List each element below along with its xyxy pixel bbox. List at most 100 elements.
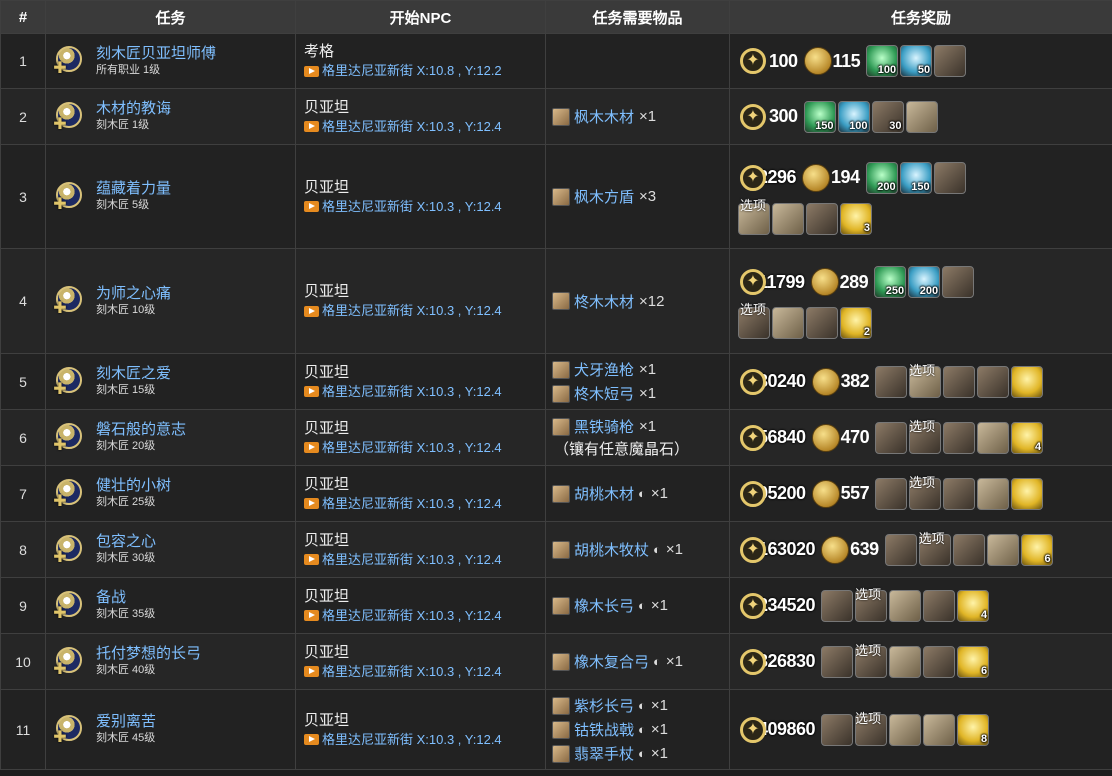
gil-bag-icon[interactable] (1011, 477, 1044, 510)
crystal-icon[interactable]: 250 (874, 266, 907, 298)
quest-title-link[interactable]: 托付梦想的长弓 (96, 645, 201, 663)
row-number: 8 (0, 521, 46, 578)
gil-value: 557 (840, 483, 870, 503)
class-quest-icon: ✚ (52, 477, 88, 511)
item-name-link[interactable]: 枫木方盾 (574, 186, 634, 207)
reward-item-icon[interactable] (943, 421, 976, 454)
gil-bag-icon[interactable] (1011, 365, 1044, 398)
reward-count: 50 (917, 64, 931, 76)
reward-item-icon[interactable] (943, 365, 976, 398)
npc-location-link[interactable]: 格里达尼亚新街 X:10.3 , Y:12.4 (322, 663, 502, 681)
item-name-link[interactable]: 橡木长弓 (574, 595, 634, 616)
npc-location-link[interactable]: 格里达尼亚新街 X:10.3 , Y:12.4 (322, 607, 502, 625)
reward-item-icon[interactable] (772, 202, 804, 235)
gil-bag-icon[interactable]: 6 (957, 645, 990, 678)
reward-item-icon[interactable] (986, 533, 1019, 566)
required-items-cell: 柊木木材 ×12 (545, 248, 730, 354)
item-name-link[interactable]: 胡桃木牧杖 (574, 539, 649, 560)
quest-title-link[interactable]: 爱别离苦 (96, 713, 156, 731)
quest-title-link[interactable]: 木材的教诲 (96, 100, 171, 118)
item-name-link[interactable]: 紫杉长弓 (574, 695, 634, 716)
quest-title-link[interactable]: 蕴藏着力量 (96, 180, 171, 198)
npc-location-link[interactable]: 格里达尼亚新街 X:10.3 , Y:12.4 (322, 198, 502, 216)
item-name-link[interactable]: 橡木复合弓 (574, 651, 649, 672)
npc-location-link[interactable]: 格里达尼亚新街 X:10.8 , Y:12.2 (322, 62, 502, 80)
reward-item-icon[interactable] (884, 533, 917, 566)
quest-title-link[interactable]: 包容之心 (96, 533, 156, 551)
item-name-link[interactable]: 犬牙渔枪 (574, 359, 634, 380)
item-quantity: ×1 (650, 697, 668, 714)
quest-title-link[interactable]: 刻木匠之爱 (96, 365, 171, 383)
exp-icon: ✦ (738, 163, 768, 193)
reward-item-icon[interactable] (772, 307, 804, 339)
gil-bag-icon[interactable]: 4 (1011, 421, 1044, 454)
header-num: # (0, 0, 46, 34)
reward-item-icon[interactable] (821, 645, 854, 678)
reward-item-icon[interactable] (977, 477, 1010, 510)
npc-location-link[interactable]: 格里达尼亚新街 X:10.3 , Y:12.4 (322, 439, 502, 457)
row-number: 1 (0, 33, 46, 89)
reward-item-icon[interactable] (933, 161, 966, 194)
reward-count: 2 (863, 326, 870, 338)
item-name-link[interactable]: 枫木木材 (574, 106, 634, 127)
reward-item-icon[interactable]: 30 (871, 100, 904, 133)
npc-location-link[interactable]: 格里达尼亚新街 X:10.3 , Y:12.4 (322, 118, 502, 136)
reward-item-icon[interactable] (977, 421, 1010, 454)
item-name-link[interactable]: 黑铁骑枪 (574, 416, 634, 437)
map-marker-icon (304, 121, 319, 132)
quest-title-link[interactable]: 备战 (96, 589, 155, 607)
gil-bag-icon[interactable]: 8 (957, 713, 990, 746)
reward-item-icon[interactable] (942, 266, 975, 298)
reward-item-icon[interactable] (889, 645, 922, 678)
reward-item-icon[interactable] (923, 645, 956, 678)
reward-count: 30 (889, 119, 902, 132)
reward-item-icon[interactable] (934, 45, 967, 77)
reward-item-icon[interactable] (952, 533, 985, 566)
gil-bag-icon[interactable]: 2 (840, 307, 872, 339)
crystal-icon[interactable]: 100 (837, 100, 870, 133)
reward-item-icon[interactable] (943, 477, 976, 510)
quest-title-link[interactable]: 为师之心痛 (96, 285, 171, 303)
reward-item-icon[interactable] (923, 589, 956, 622)
reward-item-icon[interactable] (889, 589, 922, 622)
crystal-icon[interactable]: 200 (908, 266, 941, 298)
item-name-link[interactable]: 柊木木材 (574, 291, 634, 312)
quest-cell: ✚ 蕴藏着力量 刻木匠 5级 (45, 144, 296, 249)
gil-bag-icon[interactable]: 3 (840, 202, 872, 235)
npc-location-link[interactable]: 格里达尼亚新街 X:10.3 , Y:12.4 (322, 495, 502, 513)
reward-item-icon[interactable] (821, 589, 854, 622)
reward-item-icon[interactable] (889, 713, 922, 746)
gil-bag-icon[interactable]: 6 (1020, 533, 1053, 566)
reward-item-icon[interactable] (806, 202, 838, 235)
reward-item-icon[interactable] (977, 365, 1010, 398)
option-label: 选项 (909, 363, 936, 378)
crystal-icon[interactable]: 50 (900, 45, 933, 77)
gil-bag-icon[interactable]: 4 (957, 589, 990, 622)
crystal-icon[interactable]: 150 (803, 100, 836, 133)
npc-location-link[interactable]: 格里达尼亚新街 X:10.3 , Y:12.4 (322, 383, 502, 401)
reward-item-icon[interactable] (875, 365, 908, 398)
item-quantity: ×1 (639, 108, 657, 125)
class-quest-icon: ✚ (52, 44, 88, 78)
quest-title-link[interactable]: 健壮的小树 (96, 477, 171, 495)
quest-title-link[interactable]: 刻木匠贝亚坦师傅 (96, 45, 216, 63)
crystal-icon[interactable]: 200 (865, 161, 898, 194)
crystal-icon[interactable]: 100 (866, 45, 899, 77)
quest-title-link[interactable]: 磐石般的意志 (96, 421, 186, 439)
item-name-link[interactable]: 胡桃木材 (574, 483, 634, 504)
reward-item-icon[interactable] (821, 713, 854, 746)
reward-item-icon[interactable] (875, 421, 908, 454)
map-marker-icon (304, 201, 319, 212)
reward-item-icon[interactable] (923, 713, 956, 746)
npc-location-link[interactable]: 格里达尼亚新街 X:10.3 , Y:12.4 (322, 551, 502, 569)
npc-location-link[interactable]: 格里达尼亚新街 X:10.3 , Y:12.4 (322, 731, 502, 749)
item-name-link[interactable]: 钴铁战戟 (574, 719, 634, 740)
crystal-icon[interactable]: 150 (899, 161, 932, 194)
reward-item-icon[interactable] (875, 477, 908, 510)
reward-item-icon[interactable] (806, 307, 838, 339)
reward-item-icon[interactable] (905, 100, 938, 133)
item-name-link[interactable]: 翡翠手杖 (574, 743, 634, 764)
item-icon (552, 696, 570, 715)
npc-location-link[interactable]: 格里达尼亚新街 X:10.3 , Y:12.4 (322, 302, 502, 320)
item-name-link[interactable]: 柊木短弓 (574, 383, 634, 404)
